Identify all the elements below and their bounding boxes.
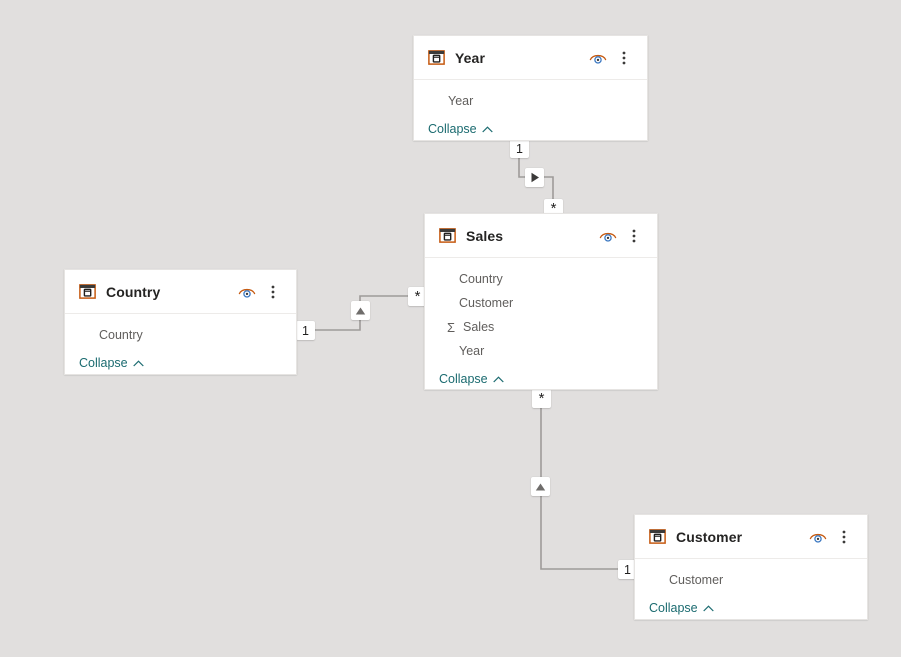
- chevron-up-icon: [702, 604, 714, 611]
- model-view-canvas[interactable]: 1 * 1 * * 1 Year Year Collapse Sales Cou…: [0, 0, 901, 657]
- collapse-label: Collapse: [649, 601, 698, 615]
- more-options-icon[interactable]: [613, 47, 635, 69]
- field-row[interactable]: Year: [414, 89, 647, 113]
- chevron-up-icon: [492, 375, 504, 382]
- table-title: Country: [106, 283, 161, 300]
- field-label: Year: [448, 94, 474, 108]
- filter-direction-up-icon-country-sales[interactable]: [351, 301, 370, 320]
- collapse-label: Collapse: [79, 356, 128, 370]
- more-options-icon[interactable]: [833, 526, 855, 548]
- field-row[interactable]: Customer: [635, 568, 867, 592]
- filter-direction-right-icon-year-sales[interactable]: [525, 168, 544, 187]
- table-title: Sales: [466, 227, 504, 244]
- field-label: Customer: [459, 296, 514, 310]
- play-up-glyph: [355, 307, 366, 314]
- field-row[interactable]: Year: [425, 339, 657, 363]
- table-fields-country: Country Collapse: [65, 314, 296, 376]
- collapse-button-customer[interactable]: Collapse: [635, 595, 867, 621]
- table-header-year[interactable]: Year: [414, 36, 647, 80]
- eye-icon[interactable]: [236, 281, 258, 303]
- cardinality-badge-one-country-sales[interactable]: 1: [296, 321, 315, 340]
- chevron-up-icon: [132, 359, 144, 366]
- table-header-country[interactable]: Country: [65, 270, 296, 314]
- more-options-icon[interactable]: [623, 225, 645, 247]
- field-row[interactable]: Customer: [425, 291, 657, 315]
- table-card-sales[interactable]: Sales Country Customer Σ Sales Year Coll…: [424, 213, 658, 390]
- eye-icon[interactable]: [807, 526, 829, 548]
- table-header-sales[interactable]: Sales: [425, 214, 657, 258]
- field-row[interactable]: Country: [65, 323, 296, 347]
- eye-icon[interactable]: [587, 47, 609, 69]
- table-icon: [428, 49, 445, 66]
- table-card-customer[interactable]: Customer Customer Collapse: [634, 514, 868, 620]
- table-fields-year: Year Collapse: [414, 80, 647, 142]
- field-row-measure[interactable]: Σ Sales: [425, 315, 657, 339]
- collapse-label: Collapse: [428, 122, 477, 136]
- table-icon: [439, 227, 456, 244]
- field-label: Customer: [669, 573, 724, 587]
- table-icon: [79, 283, 96, 300]
- play-right-glyph: [531, 172, 539, 183]
- filter-direction-up-icon-sales-customer[interactable]: [531, 477, 550, 496]
- relationship-line-sales-customer[interactable]: [540, 390, 633, 570]
- table-card-country[interactable]: Country Country Collapse: [64, 269, 297, 375]
- field-label: Country: [459, 272, 503, 286]
- collapse-button-sales[interactable]: Collapse: [425, 366, 657, 392]
- table-header-customer[interactable]: Customer: [635, 515, 867, 559]
- table-fields-customer: Customer Collapse: [635, 559, 867, 621]
- sigma-icon: Σ: [446, 319, 456, 335]
- collapse-button-year[interactable]: Collapse: [414, 116, 647, 142]
- field-label: Sales: [463, 320, 495, 334]
- table-title: Year: [455, 49, 485, 66]
- play-up-glyph: [535, 483, 546, 490]
- table-title: Customer: [676, 528, 743, 545]
- table-fields-sales: Country Customer Σ Sales Year Collapse: [425, 258, 657, 392]
- chevron-up-icon: [481, 125, 493, 132]
- field-row[interactable]: Country: [425, 267, 657, 291]
- field-label: Country: [99, 328, 143, 342]
- table-card-year[interactable]: Year Year Collapse: [413, 35, 648, 141]
- collapse-button-country[interactable]: Collapse: [65, 350, 296, 376]
- collapse-label: Collapse: [439, 372, 488, 386]
- eye-icon[interactable]: [597, 225, 619, 247]
- more-options-icon[interactable]: [262, 281, 284, 303]
- field-label: Year: [459, 344, 485, 358]
- table-icon: [649, 528, 666, 545]
